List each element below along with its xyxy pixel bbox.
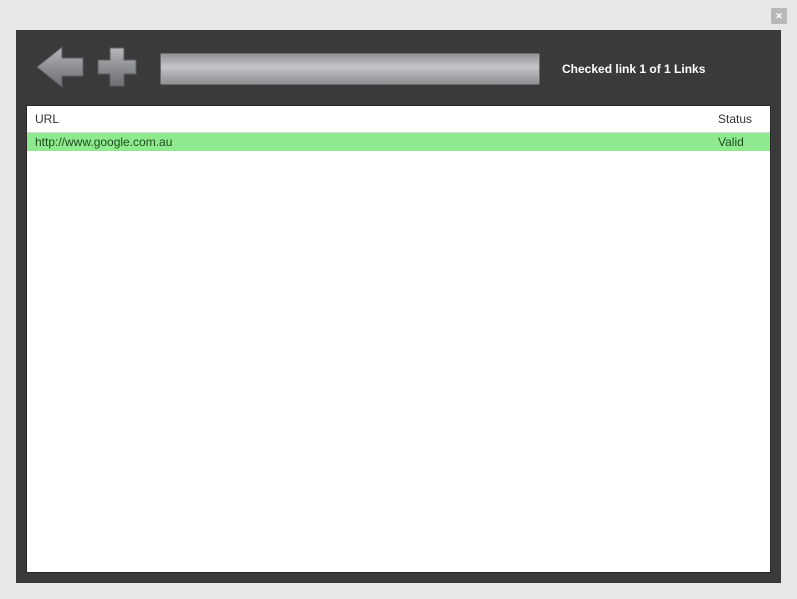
results-table: URL Status http://www.google.com.au Vali… [26,105,771,573]
progress-container [160,53,540,85]
table-header: URL Status [27,106,770,133]
progress-bar [160,53,540,85]
table-row[interactable]: http://www.google.com.au Valid [27,133,770,151]
back-button[interactable] [34,44,86,93]
close-icon: ✕ [775,11,783,22]
table-body: http://www.google.com.au Valid [27,133,770,572]
toolbar: Checked link 1 of 1 Links [26,40,771,105]
add-button[interactable] [94,44,140,93]
close-button[interactable]: ✕ [771,8,787,24]
column-header-url[interactable]: URL [27,106,710,132]
column-header-status[interactable]: Status [710,106,770,132]
cell-status: Valid [710,133,770,151]
status-text: Checked link 1 of 1 Links [562,62,705,76]
plus-icon [94,44,140,90]
main-panel: Checked link 1 of 1 Links URL Status htt… [16,30,781,583]
arrow-left-icon [34,44,86,90]
cell-url: http://www.google.com.au [27,133,710,151]
